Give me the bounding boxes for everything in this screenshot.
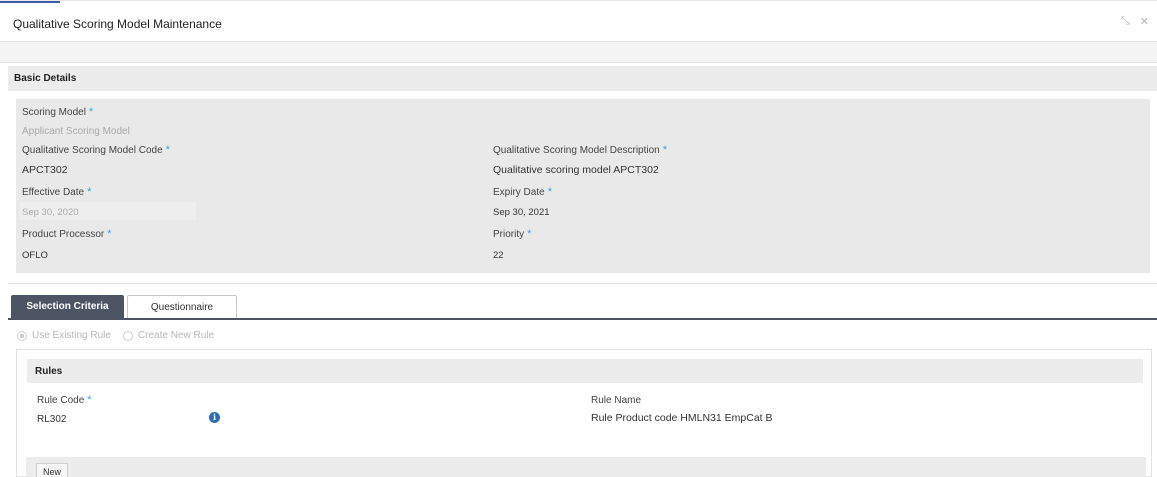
window-titlebar: Qualitative Scoring Model Maintenance ⤡ …	[0, 0, 1157, 41]
basic-details-panel: Scoring Model * Applicant Scoring Model Q…	[16, 99, 1150, 273]
model-code-label: Qualitative Scoring Model Code *	[22, 144, 170, 156]
radio-selected-icon	[17, 330, 27, 341]
basic-details-title: Basic Details	[14, 73, 77, 84]
toolbar-band	[0, 41, 1157, 63]
scoring-model-label: Scoring Model *	[22, 106, 94, 118]
rule-code-value[interactable]: RL302	[37, 414, 66, 425]
use-existing-rule-label: Use Existing Rule	[32, 330, 111, 341]
titlebar-accent	[0, 1, 60, 3]
radio-unselected-icon	[122, 330, 133, 341]
create-new-rule-radio[interactable]: Create New Rule	[122, 330, 215, 341]
effective-date-label: Effective Date *	[22, 186, 92, 198]
required-marker: *	[107, 228, 112, 240]
use-existing-rule-radio[interactable]: Use Existing Rule	[17, 330, 111, 341]
expiry-date-value[interactable]: Sep 30, 2021	[493, 207, 550, 218]
rule-name-label: Rule Name	[591, 395, 642, 406]
tab-underline	[8, 318, 1157, 320]
tab-questionnaire[interactable]: Questionnaire	[127, 295, 237, 319]
basic-details-header: Basic Details	[8, 66, 1157, 91]
effective-date-value: Sep 30, 2020	[22, 207, 79, 218]
scoring-model-value: Applicant Scoring Model	[22, 126, 130, 137]
rule-code-label: Rule Code *	[37, 394, 92, 406]
required-marker: *	[87, 394, 92, 406]
section-divider	[8, 283, 1157, 284]
model-description-label: Qualitative Scoring Model Description *	[493, 144, 668, 156]
product-processor-label: Product Processor *	[22, 228, 112, 240]
priority-label: Priority *	[493, 228, 532, 240]
rule-option-group: Use Existing Rule Create New Rule	[17, 330, 214, 341]
required-marker: *	[547, 186, 552, 198]
rules-header: Rules	[27, 359, 1143, 383]
required-marker: *	[527, 228, 532, 240]
window-title: Qualitative Scoring Model Maintenance	[13, 17, 222, 31]
priority-value[interactable]: 22	[493, 250, 504, 261]
create-new-rule-label: Create New Rule	[137, 330, 215, 341]
grid-toolbar: New	[26, 457, 1146, 477]
new-button[interactable]: New	[36, 463, 68, 477]
required-marker: *	[165, 144, 170, 156]
minimize-icon[interactable]: ⤡	[1121, 15, 1130, 28]
required-marker: *	[88, 106, 94, 118]
rule-name-value: Rule Product code HMLN31 EmpCat B	[591, 412, 773, 424]
expiry-date-label: Expiry Date *	[493, 186, 552, 198]
info-icon[interactable]: i	[209, 412, 220, 423]
window-controls: ⤡ ✕	[1121, 15, 1149, 28]
product-processor-value[interactable]: OFLO	[22, 250, 48, 261]
required-marker: *	[87, 186, 92, 198]
close-icon[interactable]: ✕	[1140, 15, 1149, 28]
required-marker: *	[662, 144, 668, 156]
rules-title: Rules	[35, 366, 63, 377]
model-description-value[interactable]: Qualitative scoring model APCT302	[493, 164, 659, 176]
tab-selection-criteria[interactable]: Selection Criteria	[11, 295, 124, 319]
model-code-value[interactable]: APCT302	[22, 164, 68, 176]
